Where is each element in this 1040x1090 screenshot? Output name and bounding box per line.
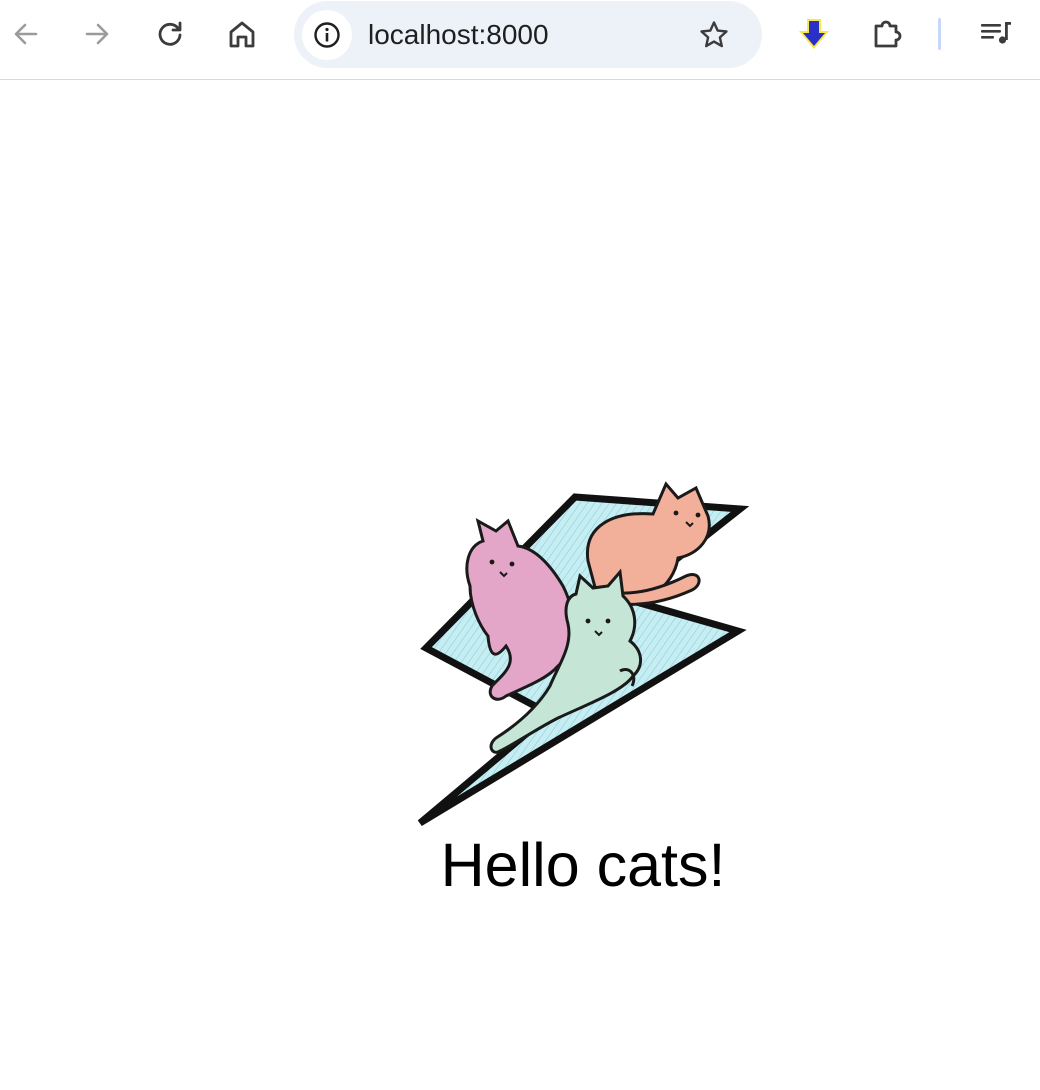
download-arrow-icon xyxy=(799,19,829,49)
extensions-button[interactable] xyxy=(865,12,909,56)
star-icon xyxy=(700,21,728,48)
arrow-right-icon xyxy=(85,23,109,45)
page-heading: Hello cats! xyxy=(440,831,726,899)
url-text[interactable]: localhost:8000 xyxy=(368,19,549,51)
home-icon xyxy=(229,21,255,48)
download-extension-button[interactable] xyxy=(792,12,836,56)
cats-lightning-logo xyxy=(417,481,750,826)
address-bar[interactable]: localhost:8000 xyxy=(294,1,762,68)
page-content: Hello cats! xyxy=(0,81,1040,1090)
arrow-left-icon xyxy=(14,23,38,45)
media-controls-button[interactable] xyxy=(973,12,1017,56)
toolbar-divider xyxy=(938,18,941,50)
info-icon xyxy=(314,22,340,48)
forward-button[interactable] xyxy=(75,12,119,56)
puzzle-icon xyxy=(874,20,902,48)
home-button[interactable] xyxy=(220,12,264,56)
site-info-button[interactable] xyxy=(302,10,352,60)
reload-button[interactable] xyxy=(148,12,192,56)
back-button[interactable] xyxy=(4,12,48,56)
browser-toolbar: localhost:8000 xyxy=(0,0,1040,80)
playlist-icon xyxy=(981,22,1011,44)
reload-icon xyxy=(158,21,182,46)
bookmark-button[interactable] xyxy=(692,13,736,57)
